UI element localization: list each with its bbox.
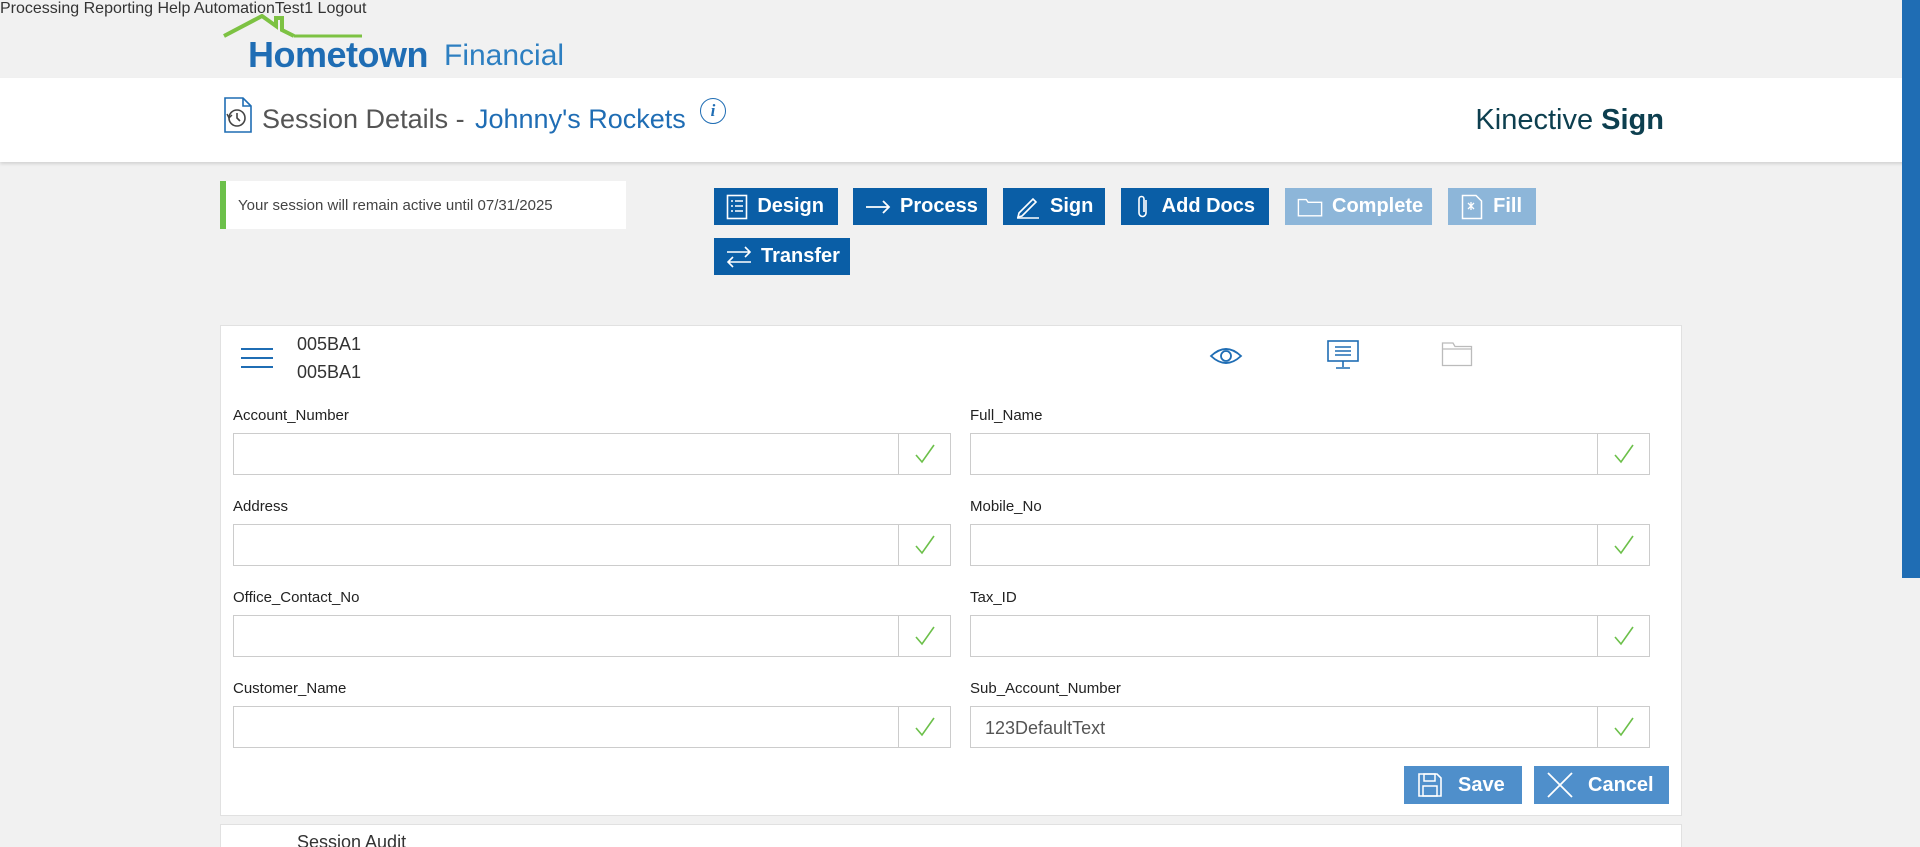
full-name-label: Full_Name [970,407,1043,424]
info-icon[interactable]: i [700,98,726,124]
fill-label: Fill [1493,195,1522,217]
session-audit-title: Session Audit [297,832,407,847]
menu-icon[interactable] [241,348,273,375]
brand-suffix: Financial [444,39,565,72]
check-icon[interactable] [898,434,950,474]
account-number-label: Account_Number [233,407,349,424]
pen-icon [1015,194,1041,220]
brand-name: Hometown [248,34,429,75]
session-status-banner: Your session will remain active until 07… [220,181,626,229]
tax-id-field[interactable] [970,615,1650,657]
nav-help[interactable]: Help [157,0,190,17]
customer-name-field[interactable] [233,706,951,748]
transfer-arrows-icon [726,244,752,270]
kinective-sign-logo: Kinective Sign [1475,104,1664,137]
design-icon [726,194,748,220]
check-icon[interactable] [898,616,950,656]
check-icon[interactable] [1597,616,1649,656]
session-history-icon [222,96,254,139]
fill-button[interactable]: Fill [1448,188,1536,225]
eye-icon[interactable] [1209,344,1243,373]
arrow-right-icon [865,194,891,220]
nav-processing[interactable]: Processing [0,0,79,17]
transfer-button[interactable]: Transfer [714,238,850,275]
address-field[interactable] [233,524,951,566]
sub-account-number-label: Sub_Account_Number [970,680,1121,697]
office-contact-no-label: Office_Contact_No [233,589,360,606]
product-name: Kinective [1475,104,1594,136]
page-title: Session Details - [262,104,465,134]
nav-reporting[interactable]: Reporting [84,0,153,17]
session-status-text: Your session will remain active until 07… [238,197,553,214]
page-scrollbar[interactable] [1902,0,1920,578]
product-name-bold: Sign [1601,104,1664,136]
monitor-icon[interactable] [1326,339,1360,376]
complete-label: Complete [1332,195,1424,217]
document-id-primary: 005BA1 [297,334,362,354]
design-button[interactable]: Design [714,188,838,225]
office-contact-no-field[interactable] [233,615,951,657]
complete-button[interactable]: Complete [1285,188,1432,225]
check-icon[interactable] [1597,707,1649,747]
check-icon[interactable] [898,525,950,565]
check-icon[interactable] [1597,525,1649,565]
account-number-field[interactable] [233,433,951,475]
mobile-no-label: Mobile_No [970,498,1042,515]
save-icon [1416,771,1444,799]
address-label: Address [233,498,289,515]
check-icon[interactable] [898,707,950,747]
design-label: Design [757,195,824,217]
tax-id-label: Tax_ID [970,589,1017,606]
folder-icon [1297,194,1323,220]
add-docs-label: Add Docs [1161,195,1255,217]
cancel-button[interactable]: Cancel [1534,766,1669,804]
fill-form-icon [1460,194,1484,220]
document-id-secondary: 005BA1 [297,362,362,382]
process-label: Process [900,195,978,217]
folder-icon [1441,341,1473,372]
session-audit-panel [220,824,1682,847]
full-name-field[interactable] [970,433,1650,475]
sign-label: Sign [1050,195,1094,217]
customer-name-label: Customer_Name [233,680,347,697]
sub-account-number-field[interactable]: 123DefaultText [970,706,1650,748]
add-docs-button[interactable]: Add Docs [1121,188,1269,225]
document-panel: 005BA1 005BA1 Account_Number Full_Name A… [220,325,1682,816]
paperclip-icon [1133,194,1153,220]
sub-account-number-value: 123DefaultText [985,718,1106,738]
mobile-no-field[interactable] [970,524,1650,566]
check-icon[interactable] [1597,434,1649,474]
sign-button[interactable]: Sign [1003,188,1105,225]
cancel-label: Cancel [1588,773,1654,796]
close-icon [1546,771,1574,799]
save-label: Save [1458,773,1505,796]
save-button[interactable]: Save [1404,766,1522,804]
transfer-label: Transfer [761,245,840,267]
session-name: Johnny's Rockets [475,104,686,134]
hometown-financial-logo[interactable]: Hometown Financial [222,14,565,75]
top-bar: Hometown Financial Processing Reporting … [0,0,1920,78]
process-button[interactable]: Process [853,188,987,225]
